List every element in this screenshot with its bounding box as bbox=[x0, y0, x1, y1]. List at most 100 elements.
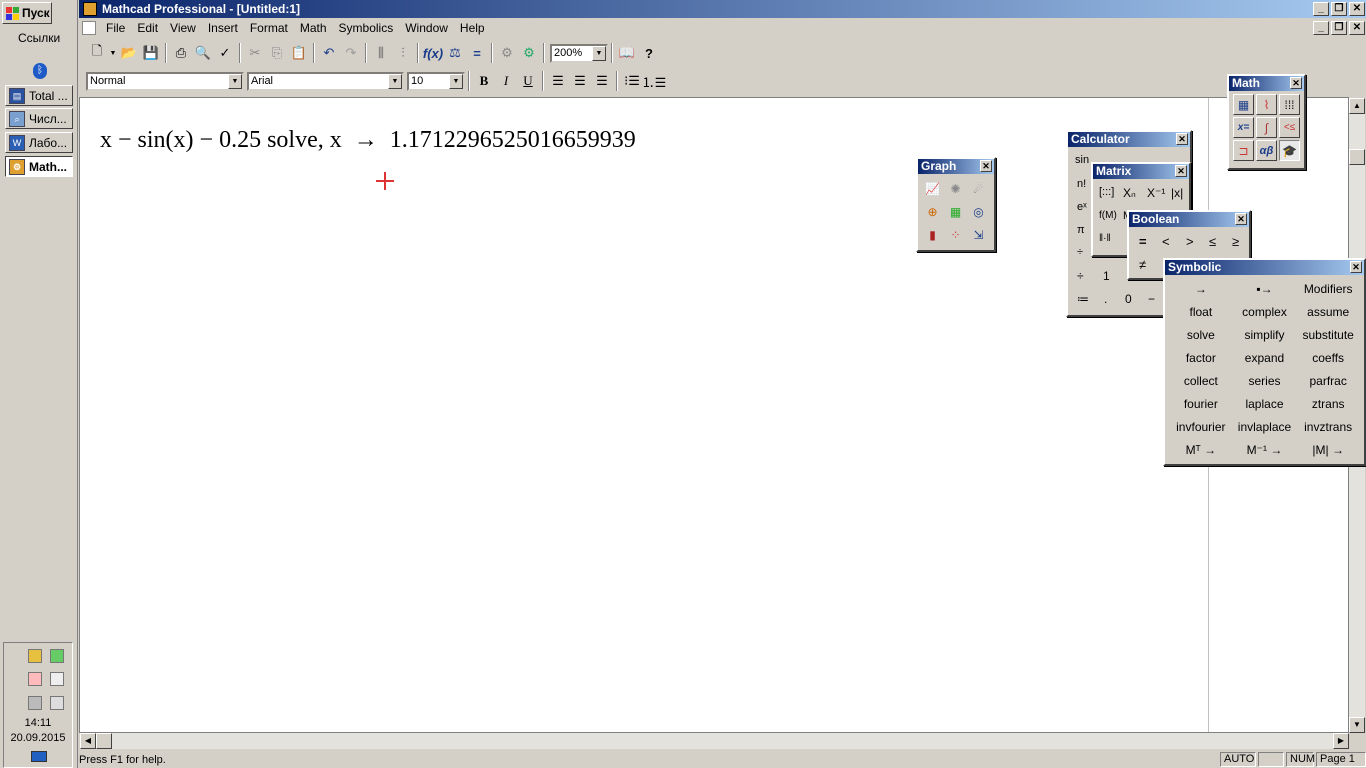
boolean-greater-button[interactable]: > bbox=[1186, 234, 1194, 249]
symbolic-simplify-button[interactable]: simplify bbox=[1233, 327, 1297, 344]
surface-plot-3d-icon[interactable]: ☄ bbox=[968, 178, 989, 199]
redo-icon[interactable]: ↷ bbox=[340, 42, 362, 64]
symbolic-palette-title[interactable]: Symbolic ✕ bbox=[1165, 260, 1364, 275]
insert-unit-icon[interactable]: ⚖ bbox=[444, 42, 466, 64]
symbolic-solve-button[interactable]: solve bbox=[1169, 327, 1233, 344]
boolean-less-button[interactable]: < bbox=[1162, 234, 1170, 249]
calculus-toolbar-icon[interactable]: ∫ bbox=[1256, 117, 1277, 138]
programming-toolbar-icon[interactable]: ⊐ bbox=[1233, 140, 1254, 161]
symbolic-float-button[interactable]: float bbox=[1169, 304, 1233, 321]
symbolic-expand-button[interactable]: expand bbox=[1233, 350, 1297, 367]
vector-field-icon[interactable]: ⇲ bbox=[968, 224, 989, 245]
align-right-icon[interactable]: ☰ bbox=[591, 70, 613, 92]
menu-file[interactable]: File bbox=[100, 21, 131, 35]
doc-close-icon[interactable]: ✕ bbox=[1349, 21, 1365, 35]
spell-check-icon[interactable]: ✓ bbox=[214, 42, 236, 64]
boolean-not-equal-button[interactable]: ≠ bbox=[1139, 257, 1146, 272]
bar-plot-3d-icon[interactable]: ▮ bbox=[922, 224, 943, 245]
boolean-greater-equal-button[interactable]: ≥ bbox=[1232, 234, 1239, 249]
bluetooth-icon[interactable]: ᛒ bbox=[33, 63, 47, 79]
greek-toolbar-icon[interactable]: αβ bbox=[1256, 140, 1277, 161]
calc-assign-button[interactable]: ≔ bbox=[1077, 292, 1089, 306]
start-button[interactable]: Пуск bbox=[2, 2, 52, 24]
calc-exp-button[interactable]: eˣ bbox=[1077, 201, 1087, 213]
calculator-toolbar-icon[interactable]: ▦ bbox=[1233, 94, 1254, 115]
bold-button[interactable]: B bbox=[473, 70, 495, 92]
signal-bars-icon[interactable] bbox=[28, 696, 42, 710]
boolean-less-equal-button[interactable]: ≤ bbox=[1209, 234, 1216, 249]
horizontal-scrollbar[interactable]: ◀ ▶ bbox=[80, 733, 1349, 749]
scatter-plot-icon[interactable]: ⁘ bbox=[945, 224, 966, 245]
matrix-vectorize-button[interactable]: f(M) bbox=[1099, 210, 1117, 221]
restore-icon[interactable]: ❐ bbox=[1331, 2, 1347, 16]
cut-icon[interactable]: ✂ bbox=[244, 42, 266, 64]
insert-component-icon[interactable]: ⚙ bbox=[496, 42, 518, 64]
symbolic-coeffs-button[interactable]: coeffs bbox=[1296, 350, 1360, 367]
align-left-icon[interactable]: ☰ bbox=[547, 70, 569, 92]
calc-factorial-button[interactable]: n! bbox=[1077, 178, 1086, 190]
taskbar-button-total[interactable]: ▤ Total ... bbox=[5, 85, 73, 106]
symbolic-fourier-button[interactable]: fourier bbox=[1169, 396, 1233, 413]
clock-time[interactable]: 14:11 bbox=[4, 717, 72, 729]
network-ok-icon[interactable] bbox=[50, 649, 64, 663]
menu-window[interactable]: Window bbox=[399, 21, 454, 35]
doc-restore-icon[interactable]: ❐ bbox=[1331, 21, 1347, 35]
font-size-select[interactable]: 10 ▼ bbox=[407, 71, 465, 91]
graph-palette-title[interactable]: Graph ✕ bbox=[918, 159, 994, 174]
print-icon[interactable]: ⎙ bbox=[170, 42, 192, 64]
boolean-palette-title[interactable]: Boolean ✕ bbox=[1129, 212, 1249, 227]
calculate-icon[interactable]: = bbox=[466, 42, 488, 64]
copy-icon[interactable]: ⎘ bbox=[266, 42, 288, 64]
calc-one-button[interactable]: 1 bbox=[1103, 269, 1110, 283]
symbolic-inverse-button[interactable]: M⁻¹ → bbox=[1233, 442, 1297, 459]
polar-plot-icon[interactable]: ✺ bbox=[945, 178, 966, 199]
show-desktop-icon[interactable] bbox=[31, 751, 47, 762]
resource-center-icon[interactable]: 📖 bbox=[616, 42, 638, 64]
font-dropdown-icon[interactable]: ▼ bbox=[388, 73, 402, 89]
style-select[interactable]: Normal ▼ bbox=[86, 71, 244, 91]
scroll-down-icon[interactable]: ▼ bbox=[1349, 717, 1365, 733]
scroll-left-icon[interactable]: ◀ bbox=[80, 733, 96, 749]
close-icon[interactable]: ✕ bbox=[1175, 165, 1187, 177]
taskbar-button-mathcad[interactable]: ⚙ Math... bbox=[5, 156, 73, 177]
help-question-icon[interactable]: ? bbox=[638, 42, 660, 64]
close-icon[interactable]: ✕ bbox=[980, 160, 992, 172]
graph-toolbar-icon[interactable]: ⌇ bbox=[1256, 94, 1277, 115]
vertical-scroll-thumb[interactable] bbox=[1349, 149, 1365, 165]
new-dropdown-icon[interactable]: ▼ bbox=[108, 42, 118, 64]
document-icon[interactable] bbox=[82, 21, 96, 35]
close-icon[interactable]: ✕ bbox=[1176, 133, 1188, 145]
boolean-equal-button[interactable]: = bbox=[1139, 234, 1147, 249]
new-document-icon[interactable]: 🗋 bbox=[86, 42, 108, 64]
symbolic-toolbar-icon[interactable]: 🎓 bbox=[1279, 140, 1300, 161]
symbolic-collect-button[interactable]: collect bbox=[1169, 373, 1233, 390]
evaluation-toolbar-icon[interactable]: x= bbox=[1233, 117, 1254, 138]
matrix-toolbar-icon[interactable]: ⁞⁞⁞ bbox=[1279, 94, 1300, 115]
calc-mixed-number-button[interactable]: ÷ bbox=[1077, 246, 1083, 258]
calculator-palette-title[interactable]: Calculator ✕ bbox=[1068, 132, 1190, 147]
close-icon[interactable]: ✕ bbox=[1350, 261, 1362, 273]
scroll-up-icon[interactable]: ▲ bbox=[1349, 98, 1365, 114]
open-folder-icon[interactable]: 📂 bbox=[118, 42, 140, 64]
symbolic-modifiers-button[interactable]: Modifiers bbox=[1296, 281, 1360, 298]
symbolic-evaluate-button[interactable]: → bbox=[1169, 281, 1233, 298]
calc-zero-button[interactable]: 0 bbox=[1125, 292, 1132, 306]
symbolic-invlaplace-button[interactable]: invlaplace bbox=[1233, 419, 1297, 436]
numbered-list-icon[interactable]: ⒈☰ bbox=[642, 70, 667, 92]
boolean-toolbar-icon[interactable]: <≤ bbox=[1279, 117, 1300, 138]
symbolic-assume-button[interactable]: assume bbox=[1296, 304, 1360, 321]
menu-edit[interactable]: Edit bbox=[131, 21, 164, 35]
horizontal-scroll-thumb[interactable] bbox=[96, 733, 112, 749]
symbolic-ztrans-button[interactable]: ztrans bbox=[1296, 396, 1360, 413]
matrix-subscript-button[interactable]: Xₙ bbox=[1123, 186, 1136, 200]
save-icon[interactable]: 💾 bbox=[140, 42, 162, 64]
scroll-right-icon[interactable]: ▶ bbox=[1333, 733, 1349, 749]
calc-pi-button[interactable]: π bbox=[1077, 224, 1085, 236]
close-icon[interactable]: ✕ bbox=[1290, 77, 1302, 89]
calc-divide-button[interactable]: ÷ bbox=[1077, 269, 1084, 283]
matrix-determinant-button[interactable]: |x| bbox=[1171, 186, 1183, 200]
action-center-icon[interactable] bbox=[28, 672, 42, 686]
symbolic-substitute-button[interactable]: substitute bbox=[1296, 327, 1360, 344]
font-select[interactable]: Arial ▼ bbox=[247, 71, 404, 91]
align-down-icon[interactable]: ⫶ bbox=[392, 42, 414, 64]
